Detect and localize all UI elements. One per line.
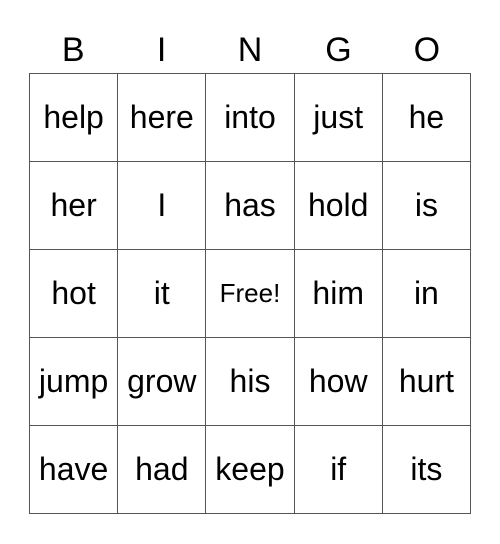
bingo-cell[interactable]: hold [294,162,383,250]
bingo-cell[interactable]: is [382,162,471,250]
bingo-cell[interactable]: grow [118,338,207,426]
bingo-cell[interactable]: hot [30,250,119,338]
bingo-cell[interactable]: it [118,250,207,338]
bingo-cell[interactable]: here [118,74,207,162]
bingo-cell[interactable]: into [206,74,295,162]
bingo-cell[interactable]: jump [30,338,119,426]
bingo-cell[interactable]: how [294,338,383,426]
bingo-cell[interactable]: keep [206,426,295,514]
bingo-cell[interactable]: I [118,162,207,250]
bingo-cell[interactable]: her [30,162,119,250]
header-letter-g: G [325,31,352,69]
bingo-cell[interactable]: in [382,250,471,338]
header-letter-b: B [61,31,85,69]
bingo-cell[interactable]: had [118,426,207,514]
bingo-cell[interactable]: just [294,74,383,162]
bingo-cell[interactable]: has [206,162,295,250]
bingo-cell[interactable]: help [30,74,119,162]
header-letter-o: O [413,31,441,69]
bingo-cell[interactable]: he [382,74,471,162]
free-space-cell[interactable]: Free! [206,250,295,338]
bingo-cell[interactable]: have [30,426,119,514]
header-letter-n: N [237,31,263,69]
bingo-cell[interactable]: hurt [382,338,471,426]
bingo-cell[interactable]: its [382,426,471,514]
bingo-header: B I N G O [29,28,471,73]
bingo-card: help here into just he her I has hold is… [29,73,471,514]
bingo-cell[interactable]: his [206,338,295,426]
bingo-cell[interactable]: him [294,250,383,338]
bingo-cell[interactable]: if [294,426,383,514]
header-letter-i: I [156,31,167,69]
